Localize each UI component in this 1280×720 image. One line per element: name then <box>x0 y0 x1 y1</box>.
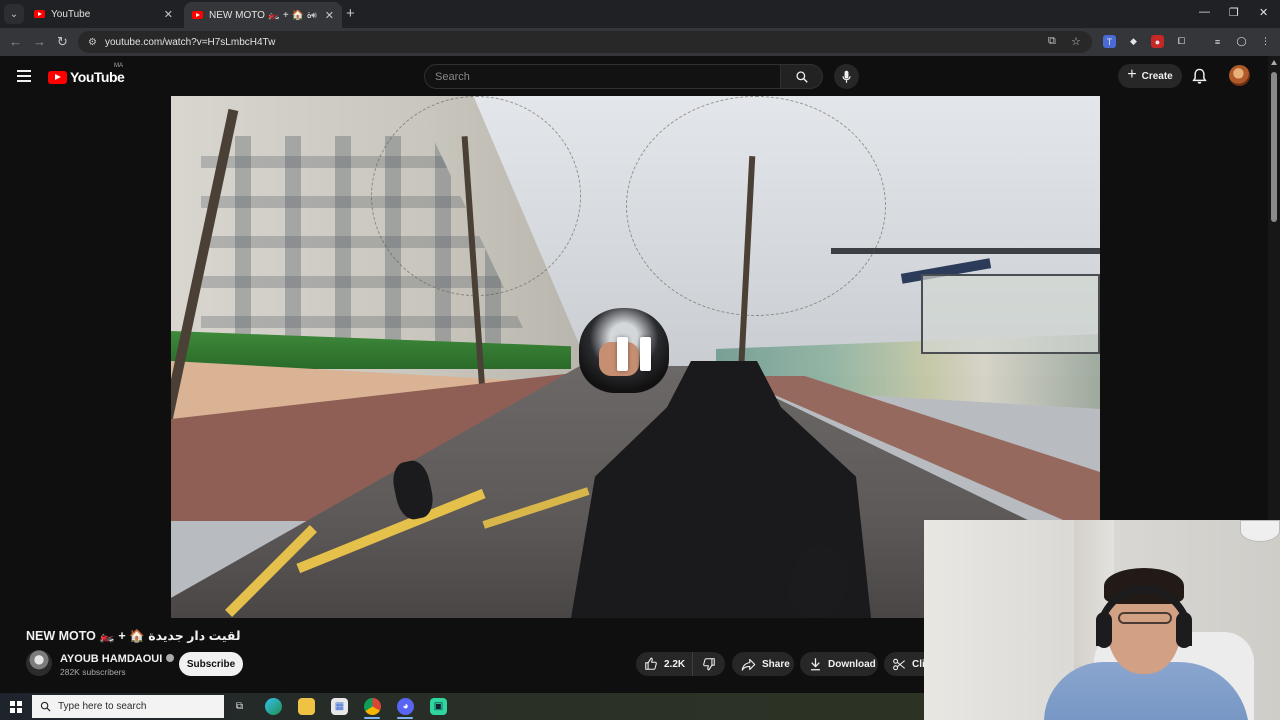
active-app-indicator <box>397 717 413 719</box>
search-box[interactable] <box>424 64 781 89</box>
minimize-icon[interactable]: — <box>1199 6 1210 18</box>
chrome-icon[interactable] <box>364 698 381 715</box>
taskbar-search[interactable] <box>32 695 224 718</box>
discord-icon[interactable]: ◕ <box>397 698 414 715</box>
thumbs-up-icon <box>645 657 657 670</box>
close-tab-icon[interactable]: ✕ <box>325 9 334 22</box>
scrollbar-thumb[interactable] <box>1271 72 1277 222</box>
like-dislike-group: 2.2K <box>636 652 725 676</box>
create-button[interactable]: + Create <box>1118 64 1182 88</box>
audio-playing-icon[interactable]: 🔊︎ <box>311 10 317 21</box>
task-view-icon[interactable]: ⧉ <box>231 698 248 715</box>
taskbar-search-input[interactable] <box>58 701 218 712</box>
address-bar[interactable]: ⚙ youtube.com/watch?v=H7sLmbcH4Tw ⧉ ☆ <box>78 31 1092 53</box>
create-label: Create <box>1141 70 1173 82</box>
clip-button[interactable]: Clip <box>884 652 924 676</box>
youtube-play-logo-icon <box>48 70 67 84</box>
search-input[interactable] <box>435 70 780 83</box>
page-scrollbar[interactable] <box>1268 56 1280 520</box>
thumbs-down-icon <box>703 658 715 671</box>
video-frame-branches <box>371 96 581 296</box>
headphones-earcup <box>1176 612 1192 648</box>
forward-icon[interactable]: → <box>33 34 46 49</box>
channel-name-link[interactable]: AYOUB HAMDAOUI <box>60 653 175 665</box>
like-button[interactable]: 2.2K <box>636 652 693 676</box>
search-icon <box>795 70 808 83</box>
download-label: Download <box>828 658 876 670</box>
verified-badge-icon <box>166 654 175 662</box>
url-text: youtube.com/watch?v=H7sLmbcH4Tw <box>104 36 276 48</box>
tab-video[interactable]: NEW MOTO 🏍️ + 🏠 لقيت دار جديدة 🔊︎ ✕ <box>184 2 342 28</box>
reload-icon[interactable]: ↻ <box>57 34 68 50</box>
account-avatar[interactable] <box>1229 65 1250 86</box>
tab-title: YouTube <box>51 8 91 20</box>
share-label: Share <box>762 658 790 670</box>
browser-menu-icon[interactable]: ⋮ <box>1259 35 1272 48</box>
subscribe-button[interactable]: Subscribe <box>179 652 243 676</box>
download-icon <box>811 658 820 671</box>
like-count: 2.2K <box>664 658 686 670</box>
restore-icon[interactable]: ❐ <box>1229 6 1239 19</box>
youtube-logo[interactable]: YouTube MA <box>48 63 125 85</box>
microphone-icon <box>842 70 851 83</box>
install-app-icon[interactable]: ⧉ <box>1048 35 1056 48</box>
extension-diamond-icon[interactable]: ◆ <box>1127 35 1140 48</box>
site-info-icon[interactable]: ⚙ <box>88 37 97 48</box>
scissors-icon <box>893 658 906 670</box>
scroll-up-icon[interactable] <box>1271 60 1277 65</box>
extension-red-icon[interactable]: ● <box>1151 35 1164 48</box>
tab-search-icon[interactable]: ⌄ <box>4 4 24 24</box>
translate-extension-icon[interactable]: T <box>1103 35 1116 48</box>
extensions-puzzle-icon[interactable]: ⧠ <box>1175 35 1188 48</box>
share-button[interactable]: Share <box>732 652 794 676</box>
notifications-button[interactable] <box>1192 68 1207 89</box>
video-title: NEW MOTO 🏍️ + 🏠 لقيت دار جديدة <box>26 629 241 643</box>
bookmark-star-icon[interactable]: ☆ <box>1071 35 1081 48</box>
logo-text: YouTube <box>70 69 125 85</box>
channel-name: AYOUB HAMDAOUI <box>60 653 163 665</box>
app-icon[interactable]: ▣ <box>430 698 447 715</box>
voice-search-button[interactable] <box>834 64 859 89</box>
file-explorer-icon[interactable] <box>298 698 315 715</box>
clip-label: Clip <box>912 658 924 670</box>
tab-title: NEW MOTO 🏍️ + 🏠 لقيت دار جديدة <box>209 9 312 21</box>
dislike-button[interactable] <box>693 657 725 671</box>
pause-icon[interactable] <box>617 337 651 371</box>
profile-icon[interactable]: ◯ <box>1235 35 1248 48</box>
plus-icon: + <box>1127 66 1137 83</box>
tab-youtube[interactable]: YouTube ✕ <box>26 2 181 26</box>
media-controls-icon[interactable]: ≡ <box>1211 35 1224 48</box>
active-app-indicator <box>364 717 380 719</box>
youtube-masthead: YouTube MA + Create <box>0 56 1268 96</box>
youtube-favicon-icon <box>34 10 45 18</box>
store-icon[interactable]: ▦ <box>331 698 348 715</box>
guide-menu-icon[interactable] <box>17 70 31 82</box>
windows-taskbar <box>0 693 924 720</box>
share-icon <box>741 658 756 671</box>
browser-toolbar: ← → ↻ ⚙ youtube.com/watch?v=H7sLmbcH4Tw … <box>0 28 1280 56</box>
webcam-ceiling-lamp <box>1240 520 1280 542</box>
region-code: MA <box>114 63 123 69</box>
back-icon[interactable]: ← <box>9 34 22 49</box>
windows-start-icon[interactable] <box>10 701 22 713</box>
youtube-favicon-icon <box>192 11 203 19</box>
new-tab-icon[interactable]: + <box>346 5 355 22</box>
video-frame-bus-shelter <box>831 248 1100 408</box>
webcam-overlay <box>924 520 1280 720</box>
bell-icon <box>1192 68 1207 84</box>
close-tab-icon[interactable]: ✕ <box>164 8 173 21</box>
video-frame-branches <box>626 96 886 316</box>
download-button[interactable]: Download <box>800 652 878 676</box>
search-button[interactable] <box>781 64 823 89</box>
headphones-earcup <box>1096 612 1112 648</box>
search-icon <box>40 701 51 712</box>
browser-tab-strip: ⌄ YouTube ✕ NEW MOTO 🏍️ + 🏠 لقيت دار جدي… <box>0 0 1280 28</box>
channel-avatar[interactable] <box>26 650 52 676</box>
subscriber-count: 282K subscribers <box>60 667 126 677</box>
edge-icon[interactable] <box>265 698 282 715</box>
close-window-icon[interactable]: ✕ <box>1259 6 1268 19</box>
